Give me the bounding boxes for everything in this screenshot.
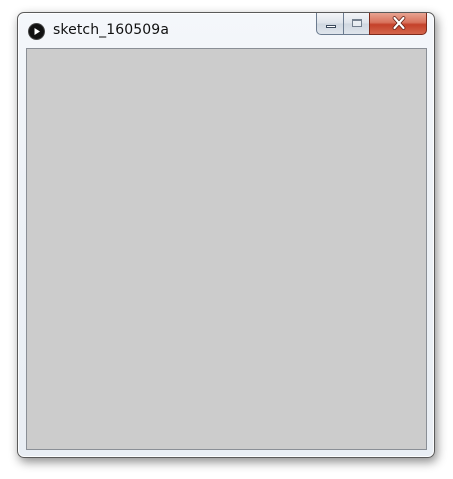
close-button[interactable] (369, 13, 427, 35)
title-bar[interactable]: sketch_160509a (18, 13, 434, 47)
sketch-canvas[interactable] (26, 48, 427, 450)
maximize-button[interactable] (343, 13, 369, 35)
window-title: sketch_160509a (53, 22, 169, 38)
play-circle-icon[interactable] (29, 24, 44, 39)
maximize-icon (352, 19, 362, 27)
sketch-window: sketch_160509a (17, 12, 435, 458)
minimize-icon (326, 25, 336, 28)
close-icon (391, 15, 407, 31)
caption-buttons (316, 13, 427, 36)
minimize-button[interactable] (316, 13, 343, 35)
